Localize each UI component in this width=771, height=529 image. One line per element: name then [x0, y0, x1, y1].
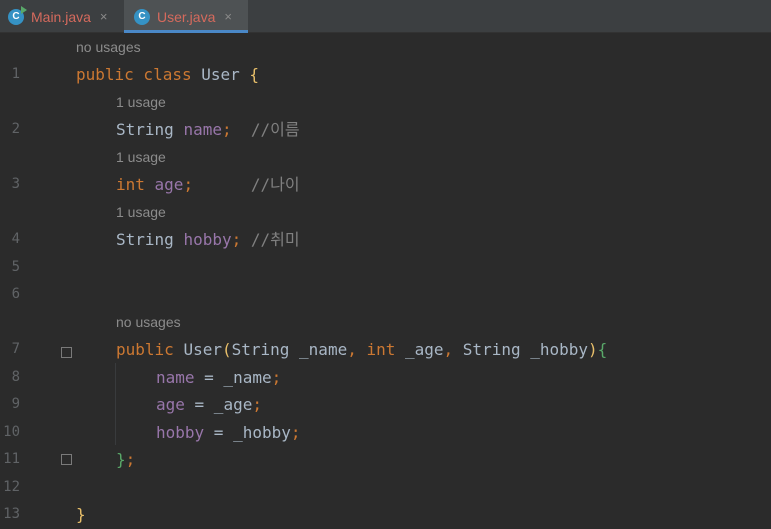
fold-marker-icon[interactable] [61, 454, 72, 465]
code-editor[interactable]: no usages 1 public class User { 1 usage … [0, 33, 771, 528]
code-line: 4 String hobby; //취미 [0, 226, 771, 254]
java-class-run-icon: C [8, 5, 27, 25]
usage-hint[interactable]: 1 usage [116, 199, 166, 227]
line-number: 1 [11, 66, 20, 82]
usage-hint[interactable]: no usages [76, 34, 141, 62]
code-text: int age; //나이 [116, 175, 300, 194]
line-number: 13 [3, 506, 20, 522]
code-text: public User(String _name, int _age, Stri… [116, 340, 608, 359]
code-line: 2 String name; //이름 [0, 116, 771, 144]
line-number: 2 [11, 121, 20, 137]
code-text: public class User { [76, 65, 260, 84]
line-number: 12 [3, 478, 20, 495]
code-line: 12 [0, 474, 771, 502]
usage-hint[interactable]: no usages [116, 309, 181, 337]
code-text: }; [116, 450, 136, 469]
java-class-icon: C [134, 8, 150, 25]
code-line: 8 name = _name; [0, 364, 771, 392]
fold-marker-icon[interactable] [61, 347, 72, 358]
code-text: age = _age; [156, 395, 262, 414]
code-line: 9 age = _age; [0, 391, 771, 419]
line-number: 5 [11, 258, 20, 275]
code-text: String hobby; //취미 [116, 230, 300, 249]
close-icon[interactable]: × [224, 9, 232, 24]
code-text: } [76, 505, 86, 524]
code-line: 13 } [0, 501, 771, 529]
code-line: 10 hobby = _hobby; [0, 419, 771, 447]
code-text: String name; //이름 [116, 120, 300, 139]
line-number: 11 [3, 451, 20, 467]
tab-main-java[interactable]: C Main.java × [6, 0, 124, 33]
line-number: 3 [11, 176, 20, 192]
line-number: 6 [11, 286, 20, 302]
tab-user-java[interactable]: C User.java × [124, 0, 248, 33]
line-number: 10 [3, 423, 20, 440]
code-line: 3 int age; //나이 [0, 171, 771, 199]
close-icon[interactable]: × [100, 9, 108, 24]
code-line: 1 public class User { [0, 61, 771, 89]
tab-label: Main.java [31, 8, 91, 25]
editor-tab-bar: C Main.java × C User.java × [0, 0, 771, 33]
code-line: 6 [0, 281, 771, 309]
code-line: 11 }; [0, 446, 771, 474]
code-text: hobby = _hobby; [156, 422, 301, 442]
usage-hint[interactable]: 1 usage [116, 89, 166, 117]
usage-hint[interactable]: 1 usage [116, 144, 166, 172]
line-number: 9 [11, 396, 20, 412]
code-line: 7 public User(String _name, int _age, St… [0, 336, 771, 364]
line-number: 8 [11, 368, 20, 385]
line-number: 4 [11, 231, 20, 247]
line-number: 7 [11, 341, 20, 357]
code-line: 5 [0, 254, 771, 282]
code-text: name = _name; [156, 367, 282, 387]
tab-label: User.java [157, 8, 216, 25]
